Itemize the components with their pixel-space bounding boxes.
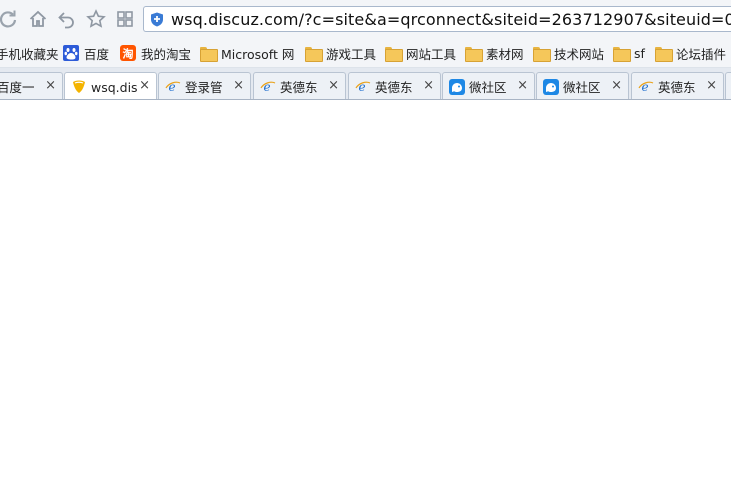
navigation-toolbar: wsq.discuz.com/?c=site&a=qrconnect&sitei… (0, 0, 731, 38)
bookmark-mobile-favorites[interactable]: 手机收藏夹 (0, 43, 59, 63)
folder-icon (613, 46, 631, 62)
bookmark-folder-material[interactable]: 素材网 (465, 43, 524, 63)
tab-close-icon[interactable]: × (706, 79, 717, 93)
taobao-icon: 淘 (120, 45, 136, 61)
favorite-star-icon[interactable] (85, 8, 107, 30)
tab-wsq-community-1[interactable]: 微社区 × (442, 72, 535, 99)
bookmark-label: 技术网站 (554, 46, 605, 62)
undo-close-icon[interactable] (56, 8, 78, 30)
bookmark-folder-sf[interactable]: sf (613, 43, 645, 63)
tab-wsq-discuz[interactable]: wsq.dis × (64, 72, 157, 99)
bookmark-label: 游戏工具 (326, 46, 377, 62)
bookmark-label: sf (634, 45, 645, 61)
tab-close-icon[interactable]: × (328, 79, 339, 93)
folder-icon (655, 46, 673, 62)
tab-label: 微社区 (469, 80, 507, 95)
tab-label: 登录管 (185, 80, 223, 95)
tab-close-icon[interactable]: × (45, 79, 56, 93)
bookmark-label: 百度 (84, 46, 110, 62)
ie-e-icon: e (165, 80, 181, 94)
bookmark-folder-forum-plugins[interactable]: 论坛插件 (655, 43, 726, 63)
folder-icon (305, 46, 323, 62)
tab-yingdedong-1[interactable]: e 英德东 × (253, 72, 346, 99)
tab-close-icon[interactable]: × (423, 79, 434, 93)
bookmark-label: 论坛插件 (676, 46, 727, 62)
address-bar[interactable]: wsq.discuz.com/?c=site&a=qrconnect&sitei… (143, 6, 731, 32)
wsq-bird-icon (543, 78, 559, 95)
bookmark-label: 素材网 (486, 46, 524, 62)
folder-icon (200, 46, 218, 62)
reload-icon[interactable] (0, 8, 19, 30)
bookmarks-bar: 手机收藏夹 百度 淘 我的淘宝 Microsoft 网 游戏工具 网站工具 素材… (0, 38, 731, 68)
tab-close-icon[interactable]: × (517, 79, 528, 93)
bookmark-baidu[interactable]: 百度 (63, 43, 109, 63)
tab-label: 英德东 (280, 80, 318, 95)
bookmark-taobao[interactable]: 淘 我的淘宝 (120, 43, 191, 63)
security-shield-icon[interactable] (150, 12, 164, 27)
tab-wsq-community-2[interactable]: 微社区 × (536, 72, 629, 99)
folder-icon (533, 46, 551, 62)
tab-label: 微社区 (563, 80, 601, 95)
tab-baidu[interactable]: 百度一 × (0, 72, 63, 99)
bookmark-folder-microsoft[interactable]: Microsoft 网 (200, 43, 294, 63)
ie-e-icon: e (260, 80, 276, 94)
tab-close-icon[interactable]: × (611, 79, 622, 93)
baidu-paw-icon (63, 45, 79, 61)
folder-icon (385, 46, 403, 62)
bookmark-label: 我的淘宝 (141, 46, 192, 62)
page-content-area[interactable] (0, 100, 731, 490)
bookmark-folder-tech-sites[interactable]: 技术网站 (533, 43, 604, 63)
svg-text:淘: 淘 (123, 47, 134, 61)
tab-login-admin[interactable]: e 登录管 × (158, 72, 251, 99)
tab-close-icon[interactable]: × (233, 79, 244, 93)
tab-yingdedong-2[interactable]: e 英德东 × (348, 72, 441, 99)
tab-strip: 百度一 × wsq.dis × e 登录管 × e 英德东 × e 英德东 × (0, 68, 731, 100)
tab-overflow-partial[interactable] (725, 72, 731, 99)
wsq-bell-icon (73, 80, 85, 93)
wsq-bird-icon (449, 78, 465, 95)
folder-icon (465, 46, 483, 62)
address-url[interactable]: wsq.discuz.com/?c=site&a=qrconnect&sitei… (171, 10, 731, 29)
ie-e-icon: e (355, 80, 371, 94)
bookmark-folder-game-tools[interactable]: 游戏工具 (305, 43, 376, 63)
tab-yingdedong-3[interactable]: e 英德东 × (631, 72, 724, 99)
home-icon[interactable] (27, 8, 49, 30)
tab-label: 百度一 (0, 80, 35, 95)
tab-label: 英德东 (658, 80, 696, 95)
bookmark-folder-site-tools[interactable]: 网站工具 (385, 43, 456, 63)
tab-label: wsq.dis (91, 79, 138, 95)
apps-icon[interactable] (114, 8, 136, 30)
bookmark-label: 手机收藏夹 (0, 46, 59, 62)
tab-label: 英德东 (375, 80, 413, 95)
bookmark-label: Microsoft 网 (221, 46, 295, 62)
tab-close-icon[interactable]: × (139, 79, 150, 93)
ie-e-icon: e (638, 80, 654, 94)
bookmark-label: 网站工具 (406, 46, 457, 62)
